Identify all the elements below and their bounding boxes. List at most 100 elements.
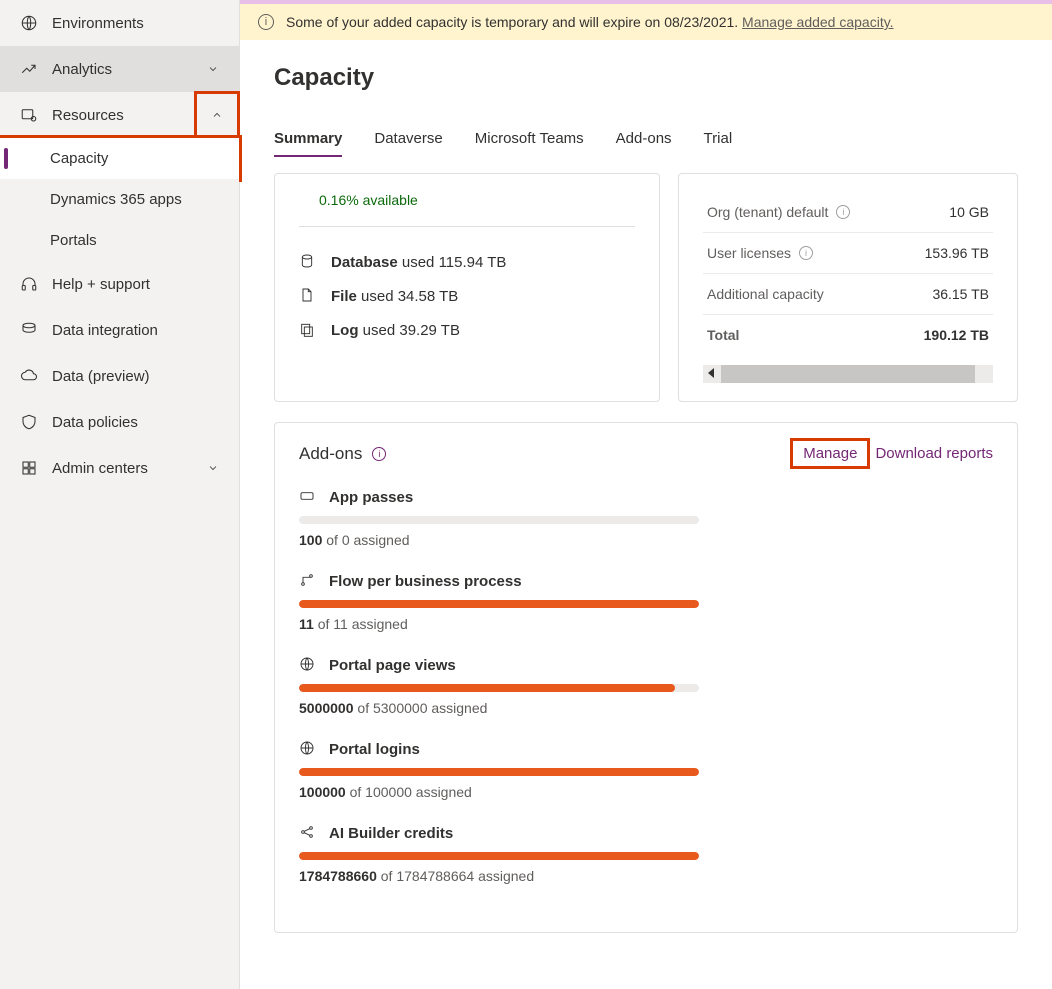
sidebar-item-environments[interactable]: Environments xyxy=(0,0,239,46)
addon-progress xyxy=(299,852,699,860)
download-reports-link[interactable]: Download reports xyxy=(875,445,993,462)
sidebar-item-data-integration[interactable]: Data integration xyxy=(0,307,239,353)
sidebar-item-label: Admin centers xyxy=(52,460,203,477)
main-content: i Some of your added capacity is tempora… xyxy=(240,0,1052,989)
available-text: 0.16% available xyxy=(319,192,635,208)
info-icon: i xyxy=(258,14,274,30)
sidebar-item-data-policies[interactable]: Data policies xyxy=(0,399,239,445)
sidebar-item-dynamics365[interactable]: Dynamics 365 apps xyxy=(0,179,239,220)
chevron-down-icon xyxy=(203,59,223,79)
banner-text: Some of your added capacity is temporary… xyxy=(286,14,894,30)
addon-icon xyxy=(299,824,317,842)
addon-head: Flow per business process xyxy=(299,572,993,590)
sidebar-item-label: Capacity xyxy=(50,150,223,167)
addon-usage-text: 5000000 of 5300000 assigned xyxy=(299,700,993,716)
addon-item: Portal logins 100000 of 100000 assigned xyxy=(299,740,993,800)
sidebar-item-label: Environments xyxy=(52,15,223,32)
summary-label: Org (tenant) defaulti xyxy=(707,204,850,220)
tab-trial[interactable]: Trial xyxy=(704,124,733,153)
usage-label: Log used 39.29 TB xyxy=(331,322,460,339)
cloud-icon xyxy=(18,365,40,387)
globe-icon xyxy=(18,12,40,34)
sidebar-item-portals[interactable]: Portals xyxy=(0,220,239,261)
addon-item: AI Builder credits 1784788660 of 17847886… xyxy=(299,824,993,884)
addon-usage-text: 100000 of 100000 assigned xyxy=(299,784,993,800)
tab-summary[interactable]: Summary xyxy=(274,124,342,153)
tab-dataverse[interactable]: Dataverse xyxy=(374,124,442,153)
addon-progress xyxy=(299,516,699,524)
tabs: Summary Dataverse Microsoft Teams Add-on… xyxy=(274,124,1018,153)
summary-value: 153.96 TB xyxy=(925,245,989,261)
database-usage-row: Database used 115.94 TB xyxy=(299,245,635,279)
sidebar-item-analytics[interactable]: Analytics xyxy=(0,46,239,92)
summary-value: 10 GB xyxy=(949,204,989,220)
scrollbar[interactable] xyxy=(703,365,993,383)
addon-name: AI Builder credits xyxy=(329,825,453,842)
info-banner: i Some of your added capacity is tempora… xyxy=(240,0,1052,40)
shield-icon xyxy=(18,411,40,433)
resources-icon xyxy=(18,104,40,126)
info-icon[interactable]: i xyxy=(836,205,850,219)
info-icon[interactable]: i xyxy=(799,246,813,260)
admin-centers-icon xyxy=(18,457,40,479)
sidebar: Environments Analytics Resources Capacit… xyxy=(0,0,240,989)
chevron-up-icon[interactable] xyxy=(195,92,239,138)
sidebar-item-label: Data integration xyxy=(52,322,223,339)
addon-progress xyxy=(299,768,699,776)
addon-head: App passes xyxy=(299,488,993,506)
log-icon xyxy=(299,321,317,339)
usage-label: Database used 115.94 TB xyxy=(331,254,506,271)
sidebar-item-label: Data (preview) xyxy=(52,368,223,385)
sidebar-item-resources[interactable]: Resources xyxy=(0,92,239,138)
addon-progress xyxy=(299,684,699,692)
sidebar-item-label: Help + support xyxy=(52,276,223,293)
data-integration-icon xyxy=(18,319,40,341)
analytics-icon xyxy=(18,58,40,80)
addon-item: Flow per business process 11 of 11 assign… xyxy=(299,572,993,632)
addon-head: AI Builder credits xyxy=(299,824,993,842)
chevron-down-icon xyxy=(203,458,223,478)
sidebar-item-admin-centers[interactable]: Admin centers xyxy=(0,445,239,491)
usage-label: File used 34.58 TB xyxy=(331,288,458,305)
addon-usage-text: 1784788660 of 1784788664 assigned xyxy=(299,868,993,884)
addons-title: Add-ons i xyxy=(299,444,793,464)
headset-icon xyxy=(18,273,40,295)
manage-link[interactable]: Manage xyxy=(793,441,867,466)
addon-icon xyxy=(299,488,317,506)
addon-head: Portal logins xyxy=(299,740,993,758)
sidebar-item-label: Data policies xyxy=(52,414,223,431)
addon-name: Flow per business process xyxy=(329,573,522,590)
summary-row: Additional capacity 36.15 TB xyxy=(703,274,993,315)
info-icon[interactable]: i xyxy=(372,447,386,461)
sidebar-item-data-preview[interactable]: Data (preview) xyxy=(0,353,239,399)
summary-label: Additional capacity xyxy=(707,286,824,302)
summary-label: User licensesi xyxy=(707,245,813,261)
summary-value: 190.12 TB xyxy=(924,327,989,343)
addon-item: Portal page views 5000000 of 5300000 assi… xyxy=(299,656,993,716)
sidebar-item-label: Analytics xyxy=(52,61,203,78)
addon-icon xyxy=(299,656,317,674)
addon-progress xyxy=(299,600,699,608)
banner-message: Some of your added capacity is temporary… xyxy=(286,14,742,30)
summary-row: User licensesi 153.96 TB xyxy=(703,233,993,274)
database-icon xyxy=(299,253,317,271)
tab-addons[interactable]: Add-ons xyxy=(616,124,672,153)
addon-name: App passes xyxy=(329,489,413,506)
page-title: Capacity xyxy=(274,64,1018,92)
summary-row: Org (tenant) defaulti 10 GB xyxy=(703,192,993,233)
tab-teams[interactable]: Microsoft Teams xyxy=(475,124,584,153)
summary-value: 36.15 TB xyxy=(932,286,989,302)
usage-card: 0.16% available Database used 115.94 TB … xyxy=(274,173,660,402)
sidebar-item-label: Dynamics 365 apps xyxy=(50,191,223,208)
addon-usage-text: 100 of 0 assigned xyxy=(299,532,993,548)
addon-usage-text: 11 of 11 assigned xyxy=(299,616,993,632)
addon-name: Portal page views xyxy=(329,657,456,674)
addon-head: Portal page views xyxy=(299,656,993,674)
log-usage-row: Log used 39.29 TB xyxy=(299,313,635,347)
divider xyxy=(299,226,635,227)
addon-icon xyxy=(299,740,317,758)
addons-card: Add-ons i Manage Download reports App pa… xyxy=(274,422,1018,933)
sidebar-item-capacity[interactable]: Capacity xyxy=(0,138,239,179)
manage-capacity-link[interactable]: Manage added capacity. xyxy=(742,14,894,30)
sidebar-item-help[interactable]: Help + support xyxy=(0,261,239,307)
